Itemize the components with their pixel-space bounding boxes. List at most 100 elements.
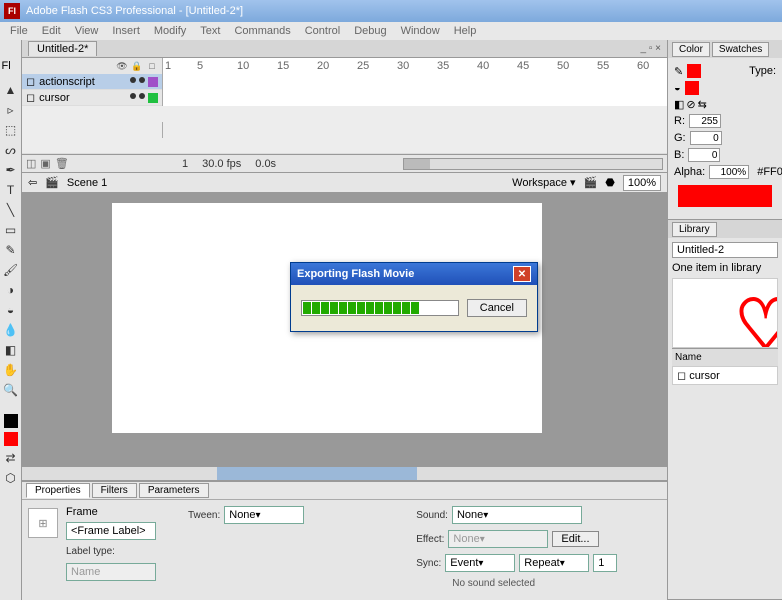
dialog-title: Exporting Flash Movie <box>297 268 414 280</box>
properties-panel: Properties Filters Parameters ⊞ Frame <F… <box>22 480 667 600</box>
tab-parameters[interactable]: Parameters <box>139 483 209 498</box>
lock-icon[interactable]: 🔒 <box>131 61 143 72</box>
outline-icon[interactable]: □ <box>146 61 158 72</box>
current-frame: 1 <box>182 158 188 170</box>
snap-icon[interactable]: ⬡ <box>3 470 19 486</box>
menu-commands[interactable]: Commands <box>228 25 296 37</box>
timeline-scrollbar[interactable] <box>403 158 663 170</box>
menu-file[interactable]: File <box>4 25 34 37</box>
menu-view[interactable]: View <box>69 25 105 37</box>
scene-name[interactable]: Scene 1 <box>67 177 107 189</box>
stroke-color[interactable] <box>687 64 701 78</box>
alpha-input[interactable] <box>709 165 749 179</box>
stage-hscrollbar[interactable] <box>22 466 667 480</box>
bw-icon[interactable]: ◧ <box>674 98 684 111</box>
eraser-tool[interactable]: ◧ <box>3 342 19 358</box>
menu-help[interactable]: Help <box>448 25 483 37</box>
rectangle-tool[interactable]: ▭ <box>3 222 19 238</box>
bucket-icon[interactable]: ◒ <box>674 82 681 94</box>
zoom-tool[interactable]: 🔍 <box>3 382 19 398</box>
tab-filters[interactable]: Filters <box>92 483 137 498</box>
subselection-tool[interactable]: ▹ <box>3 102 19 118</box>
repeat-select[interactable]: Repeat ▾ <box>519 554 589 572</box>
menu-insert[interactable]: Insert <box>106 25 146 37</box>
stroke-swatch[interactable] <box>4 414 18 428</box>
pencil-icon[interactable]: ✎ <box>674 65 683 78</box>
workspace-menu[interactable]: Workspace ▾ <box>512 176 575 189</box>
sound-select[interactable]: None ▾ <box>452 506 582 524</box>
zoom-field[interactable]: 100% <box>623 175 661 191</box>
menu-text[interactable]: Text <box>194 25 226 37</box>
heart-icon: ♡ <box>734 284 778 348</box>
paint-bucket-tool[interactable]: ◒ <box>3 302 19 318</box>
frame-label-input[interactable]: <Frame Label> <box>66 522 156 540</box>
sync-select[interactable]: Event ▾ <box>445 554 515 572</box>
menu-debug[interactable]: Debug <box>348 25 392 37</box>
app-icon: Fl <box>4 3 20 19</box>
toolbox: Fl ▲ ▹ ⬚ ᔕ ✒ T ╲ ▭ ✎ 🖌 ◑ ◒ 💧 ◧ ✋ 🔍 ⇄ ⬡ <box>0 40 22 600</box>
selection-tool[interactable]: ▲ <box>3 82 19 98</box>
library-doc-select[interactable]: Untitled-2 <box>672 242 778 258</box>
eye-icon[interactable]: 👁 <box>116 61 128 72</box>
frame-label: Frame <box>66 506 156 518</box>
tab-library[interactable]: Library <box>672 222 717 237</box>
menu-edit[interactable]: Edit <box>36 25 67 37</box>
library-name-col[interactable]: Name <box>672 348 778 366</box>
nocolor-icon[interactable]: ⊘ <box>686 98 695 111</box>
cancel-button[interactable]: Cancel <box>467 299 527 317</box>
label-type-select[interactable]: Name <box>66 563 156 581</box>
no-sound-text: No sound selected <box>452 578 617 589</box>
tab-swatches[interactable]: Swatches <box>712 42 769 57</box>
timeline-panel: 👁 🔒 □ 1 5 10 15 20 25 30 35 40 45 50 55 <box>22 58 667 173</box>
pencil-tool[interactable]: ✎ <box>3 242 19 258</box>
doc-window-controls[interactable]: _ ▫ × <box>640 43 661 54</box>
app-title: Adobe Flash CS3 Professional - [Untitled… <box>26 5 243 17</box>
lasso-tool[interactable]: ᔕ <box>3 142 19 158</box>
fill-color[interactable] <box>685 81 699 95</box>
layer-row[interactable]: ◻actionscript <box>22 74 667 90</box>
edit-scene-icon[interactable]: 🎬 <box>584 176 598 189</box>
edit-effect-button[interactable]: Edit... <box>552 531 598 547</box>
frame-icon: ⊞ <box>28 508 58 538</box>
back-icon[interactable]: ⇦ <box>28 176 37 189</box>
g-input[interactable] <box>690 131 722 145</box>
new-layer-icon[interactable]: ◫ <box>26 157 36 170</box>
ink-bottle-tool[interactable]: ◑ <box>3 282 19 298</box>
fill-swatch[interactable] <box>4 432 18 446</box>
fl-badge: Fl <box>2 60 20 78</box>
menu-control[interactable]: Control <box>299 25 346 37</box>
layer-row[interactable]: ◻cursor <box>22 90 667 106</box>
library-preview: ♡ <box>672 278 778 348</box>
menu-window[interactable]: Window <box>395 25 446 37</box>
scene-icon: 🎬 <box>45 176 59 189</box>
line-tool[interactable]: ╲ <box>3 202 19 218</box>
effect-select[interactable]: None ▾ <box>448 530 548 548</box>
edit-symbol-icon[interactable]: ⬣ <box>605 176 615 189</box>
pen-tool[interactable]: ✒ <box>3 162 19 178</box>
hand-tool[interactable]: ✋ <box>3 362 19 378</box>
document-tab[interactable]: Untitled-2* <box>28 41 97 56</box>
export-dialog: Exporting Flash Movie ✕ Cancel <box>290 262 538 332</box>
menubar: File Edit View Insert Modify Text Comman… <box>0 22 782 40</box>
b-input[interactable] <box>688 148 720 162</box>
tween-select[interactable]: None ▾ <box>224 506 304 524</box>
close-icon[interactable]: ✕ <box>513 266 531 282</box>
stage-area[interactable] <box>22 193 667 480</box>
timeline-ruler[interactable]: 1 5 10 15 20 25 30 35 40 45 50 55 60 <box>162 58 667 74</box>
swap-colors-icon[interactable]: ⇄ <box>3 450 19 466</box>
new-folder-icon[interactable]: ▣ <box>40 157 50 170</box>
delete-layer-icon[interactable]: 🗑 <box>55 157 69 170</box>
fps: 30.0 fps <box>202 158 241 170</box>
brush-tool[interactable]: 🖌 <box>3 262 19 278</box>
swap-icon[interactable]: ⇆ <box>698 98 707 111</box>
tab-properties[interactable]: Properties <box>26 483 90 498</box>
repeat-count[interactable]: 1 <box>593 554 617 572</box>
eyedropper-tool[interactable]: 💧 <box>3 322 19 338</box>
tab-color[interactable]: Color <box>672 42 710 57</box>
free-transform-tool[interactable]: ⬚ <box>3 122 19 138</box>
progress-bar <box>301 300 459 316</box>
text-tool[interactable]: T <box>3 182 19 198</box>
r-input[interactable] <box>689 114 721 128</box>
library-item[interactable]: ◻ cursor <box>672 366 778 385</box>
menu-modify[interactable]: Modify <box>148 25 192 37</box>
